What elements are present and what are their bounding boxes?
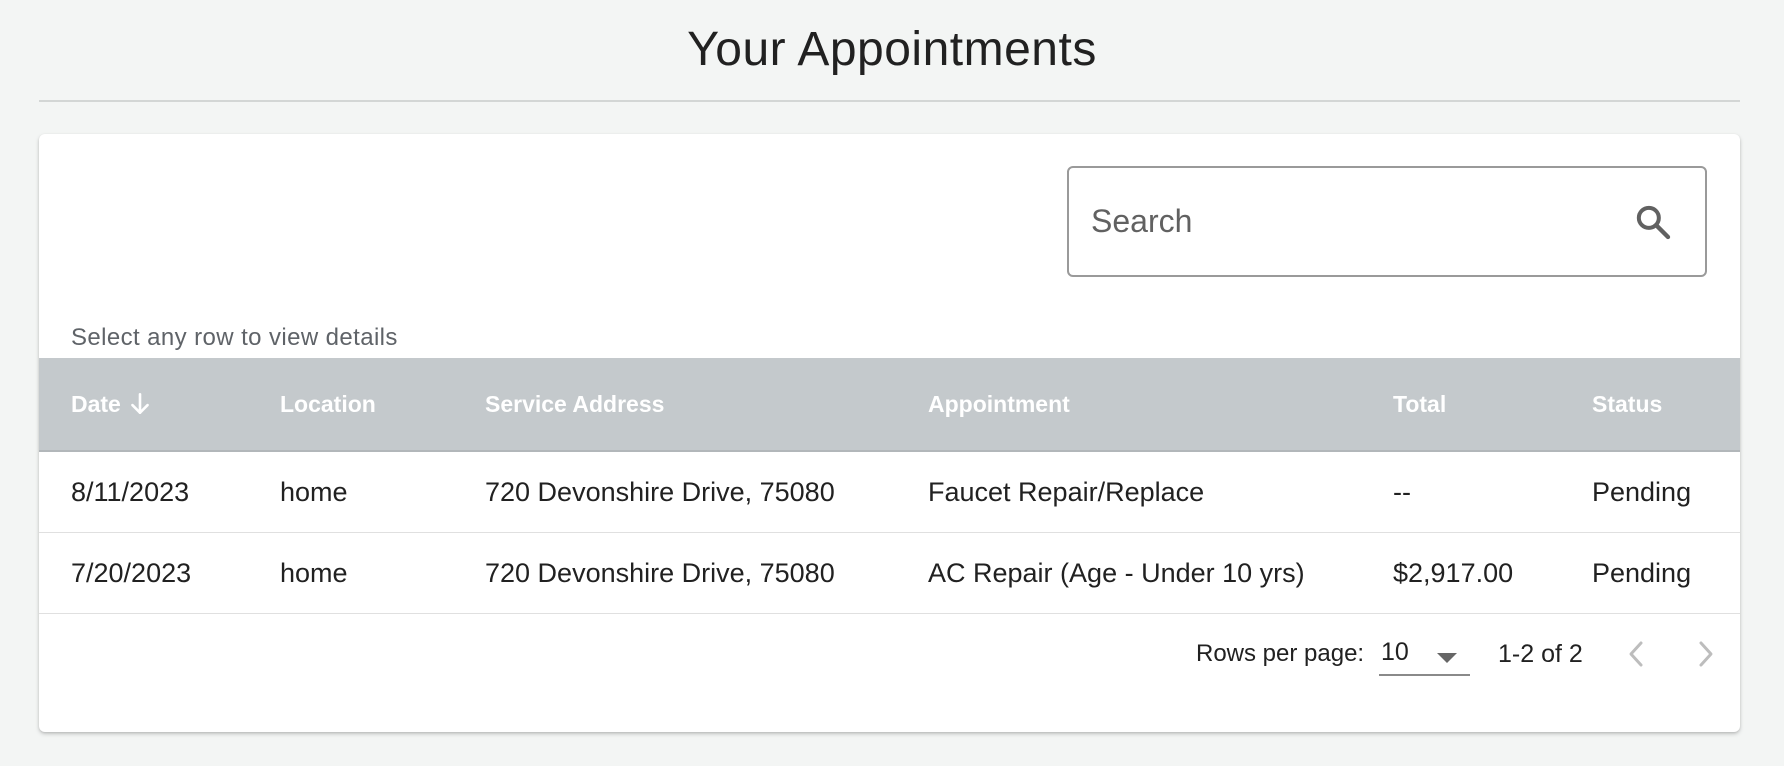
cell-date: 8/11/2023 bbox=[71, 476, 190, 507]
cell-service-address: 720 Devonshire Drive, 75080 bbox=[485, 476, 835, 507]
rows-per-page-value: 10 bbox=[1381, 637, 1409, 666]
chevron-right-icon[interactable] bbox=[1686, 634, 1726, 674]
chevron-left-icon[interactable] bbox=[1616, 634, 1656, 674]
column-header-location[interactable]: Location bbox=[280, 391, 376, 418]
table-header: Date Location Service Address Appointmen… bbox=[39, 358, 1740, 452]
appointments-card: Select any row to view details Date Loca… bbox=[39, 134, 1740, 732]
rows-per-page-label: Rows per page: bbox=[1196, 640, 1365, 667]
table-row[interactable]: 8/11/2023 home 720 Devonshire Drive, 750… bbox=[39, 452, 1740, 533]
column-header-date[interactable]: Date bbox=[71, 391, 153, 418]
column-header-label: Date bbox=[71, 390, 121, 417]
column-header-total[interactable]: Total bbox=[1393, 391, 1446, 418]
title-divider bbox=[39, 100, 1740, 102]
cell-appointment: Faucet Repair/Replace bbox=[928, 476, 1205, 507]
helper-text: Select any row to view details bbox=[71, 324, 398, 351]
page: Your Appointments Select any row to view… bbox=[0, 0, 1784, 766]
page-title: Your Appointments bbox=[687, 23, 1097, 76]
column-header-status[interactable]: Status bbox=[1592, 391, 1662, 418]
appointments-table: Date Location Service Address Appointmen… bbox=[39, 358, 1740, 614]
arrow-down-icon bbox=[127, 391, 153, 417]
cell-total: -- bbox=[1393, 476, 1411, 507]
column-header-appointment[interactable]: Appointment bbox=[928, 391, 1070, 418]
search-box bbox=[1067, 166, 1707, 277]
search-input[interactable] bbox=[1069, 168, 1629, 275]
cell-status: Pending bbox=[1592, 476, 1692, 507]
column-header-service-address[interactable]: Service Address bbox=[485, 391, 664, 418]
search-icon[interactable] bbox=[1629, 198, 1677, 246]
cell-location: home bbox=[280, 476, 348, 507]
caret-down-icon bbox=[1436, 644, 1458, 672]
rows-per-page-select[interactable]: 10 bbox=[1379, 630, 1470, 676]
pagination: Rows per page: 10 1-2 of 2 bbox=[39, 582, 1740, 732]
pagination-range: 1-2 of 2 bbox=[1498, 640, 1583, 668]
